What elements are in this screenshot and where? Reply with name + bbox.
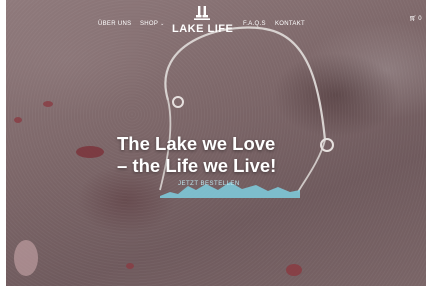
cart-count: 0 (418, 16, 422, 22)
lake-life-logo-icon[interactable] (194, 6, 210, 20)
nav-about[interactable]: ÜBER UNS (98, 21, 131, 27)
hero-headline: The Lake we Love – the Life we Live! (117, 133, 327, 177)
order-now-button[interactable]: JETZT BESTELLEN (178, 181, 240, 187)
chevron-down-icon: ⌄ (160, 21, 165, 27)
nav-contact[interactable]: KONTAKT (275, 21, 305, 27)
headline-line-1: The Lake we Love (117, 133, 276, 154)
page: ÜBER UNS SHOP ⌄ F.A.Q.S KONTAKT LAKE LIF… (0, 0, 426, 286)
headline-line-2: – the Life we Live! (117, 155, 277, 176)
logo-text[interactable]: LAKE LIFE (172, 23, 233, 35)
nav-faqs[interactable]: F.A.Q.S (243, 21, 266, 27)
cart-button[interactable]: 🛒︎ 0 (409, 15, 422, 22)
cart-icon: 🛒︎ (409, 16, 417, 22)
nav-shop[interactable]: SHOP ⌄ (140, 21, 165, 27)
nav-shop-label: SHOP (140, 21, 159, 27)
